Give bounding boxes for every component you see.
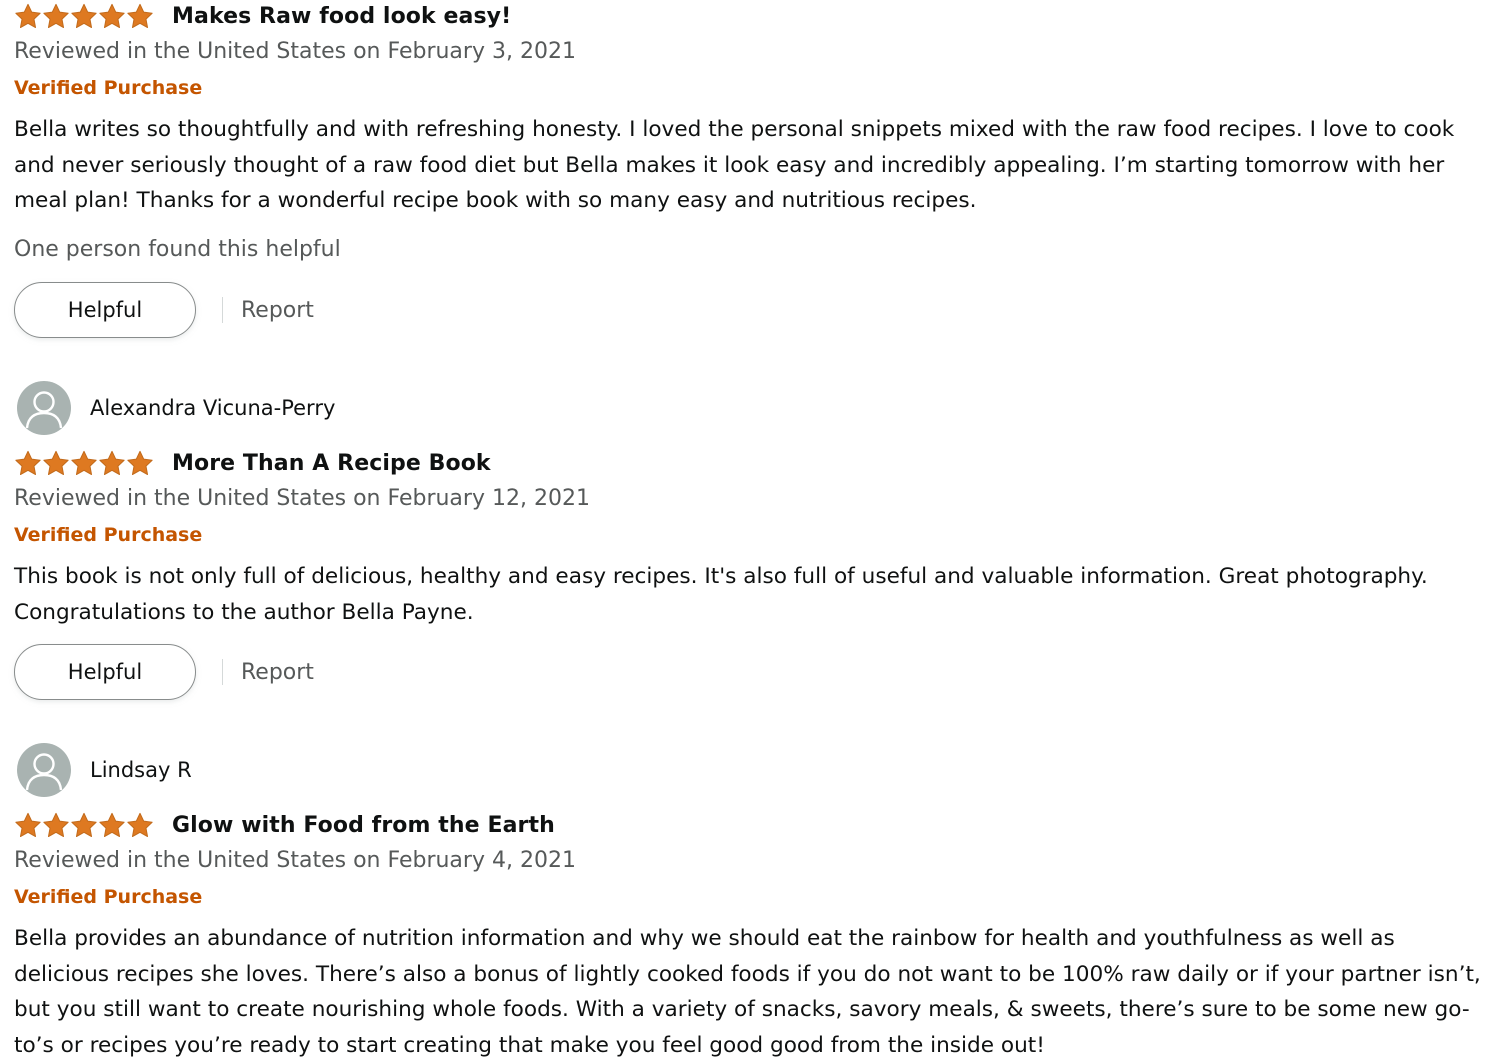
star-icon [15, 3, 41, 28]
star-icon [15, 450, 41, 475]
helpful-count: One person found this helpful [14, 237, 341, 262]
star-icon [15, 812, 41, 837]
verified-purchase-badge: Verified Purchase [14, 77, 203, 99]
review-title-row: More Than A Recipe Book [14, 448, 491, 478]
verified-purchase-badge: Verified Purchase [14, 886, 203, 908]
star-icon [43, 450, 69, 475]
reviewer-name[interactable]: Lindsay R [90, 758, 192, 782]
review-body: Bella writes so thoughtfully and with re… [14, 112, 1492, 219]
star-icon [99, 3, 125, 28]
star-icon [43, 3, 69, 28]
review-date: Reviewed in the United States on Februar… [14, 39, 576, 64]
reviewer-profile[interactable]: Lindsay R [17, 743, 192, 797]
star-icon [127, 450, 153, 475]
review-title[interactable]: Makes Raw food look easy! [172, 4, 511, 29]
helpful-button[interactable]: Helpful [14, 644, 196, 700]
review-date: Reviewed in the United States on Februar… [14, 486, 590, 511]
reviewer-profile[interactable]: Alexandra Vicuna-Perry [17, 381, 335, 435]
review-title-row: Glow with Food from the Earth [14, 810, 555, 840]
star-rating [14, 450, 172, 477]
review-title[interactable]: Glow with Food from the Earth [172, 813, 555, 838]
star-icon [71, 812, 97, 837]
divider [222, 659, 223, 685]
report-link[interactable]: Report [241, 298, 314, 323]
review-text: This book is not only full of delicious,… [14, 564, 1428, 625]
review-actions: Helpful Report [14, 282, 314, 338]
star-icon [127, 812, 153, 837]
review-text: Bella writes so thoughtfully and with re… [14, 117, 1455, 213]
star-icon [71, 3, 97, 28]
star-rating [14, 3, 172, 30]
star-icon [127, 3, 153, 28]
review-title-row: Makes Raw food look easy! [14, 1, 511, 31]
star-icon [71, 450, 97, 475]
review-title[interactable]: More Than A Recipe Book [172, 451, 491, 476]
user-silhouette-icon [17, 743, 71, 797]
reviewer-name[interactable]: Alexandra Vicuna-Perry [90, 396, 335, 420]
report-link[interactable]: Report [241, 660, 314, 685]
review-body: This book is not only full of delicious,… [14, 559, 1492, 630]
review-actions: Helpful Report [14, 644, 314, 700]
star-icon [99, 812, 125, 837]
review-text: Bella provides an abundance of nutrition… [14, 926, 1481, 1058]
user-silhouette-icon [17, 381, 71, 435]
review-date: Reviewed in the United States on Februar… [14, 848, 576, 873]
verified-purchase-badge: Verified Purchase [14, 524, 203, 546]
helpful-button[interactable]: Helpful [14, 282, 196, 338]
star-icon [99, 450, 125, 475]
review-body: Bella provides an abundance of nutrition… [14, 921, 1492, 1063]
star-icon [43, 812, 69, 837]
divider [222, 297, 223, 323]
star-rating [14, 812, 172, 839]
